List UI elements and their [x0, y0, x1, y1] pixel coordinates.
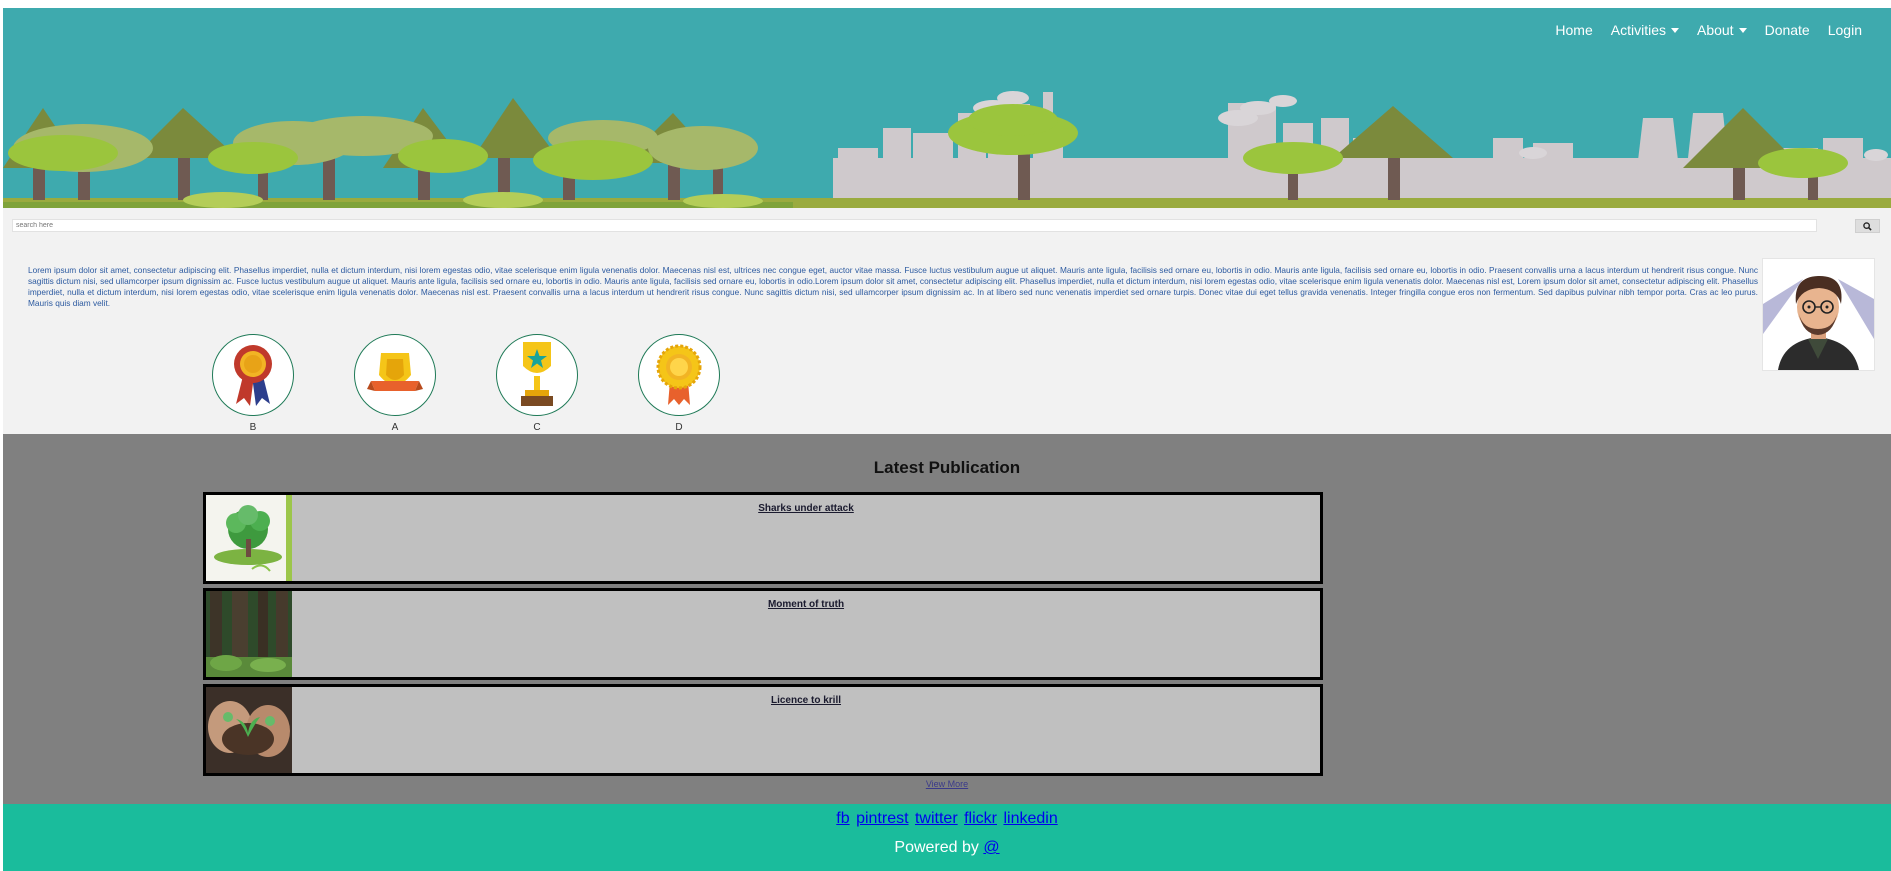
nav-login[interactable]: Login	[1819, 22, 1871, 38]
nav-activities[interactable]: Activities	[1602, 22, 1688, 38]
publication-card[interactable]: Moment of truth	[203, 588, 1323, 680]
nav-about[interactable]: About	[1688, 22, 1756, 38]
man-avatar-image	[1763, 275, 1874, 370]
powered-by-link[interactable]: @	[983, 839, 999, 856]
search-input[interactable]	[12, 219, 1817, 232]
publication-thumb	[206, 495, 292, 581]
nav-activities-label: Activities	[1610, 22, 1666, 38]
nav-home[interactable]: Home	[1546, 22, 1601, 38]
rosette-ribbon-icon	[234, 345, 272, 406]
badge-a[interactable]: A	[353, 334, 437, 433]
footer: fb pintrest twitter flickr linkedin Powe…	[3, 804, 1891, 871]
publication-card[interactable]: Licence to krill	[203, 684, 1323, 776]
powered-by: Powered by @	[3, 839, 1891, 857]
badge-circle	[496, 334, 578, 416]
badge-circle	[638, 334, 720, 416]
publication-title-link[interactable]: Licence to krill	[292, 695, 1320, 706]
page-frame: Home Activities About Donate Login Lorem…	[3, 8, 1891, 871]
footer-link-fb[interactable]: fb	[836, 810, 849, 827]
avatar	[1762, 258, 1875, 371]
badge-label: C	[533, 422, 541, 433]
badge-circle	[354, 334, 436, 416]
header-banner: Home Activities About Donate Login	[3, 8, 1891, 208]
nav-donate-label: Donate	[1764, 22, 1810, 38]
view-more-link[interactable]: View More	[3, 779, 1891, 789]
nav-donate[interactable]: Donate	[1756, 22, 1819, 38]
publication-title-link[interactable]: Sharks under attack	[292, 503, 1320, 514]
hands-seedling-image	[206, 687, 292, 773]
footer-link-pintrest[interactable]: pintrest	[856, 810, 908, 827]
footer-link-linkedin[interactable]: linkedin	[1003, 810, 1057, 827]
shield-banner-icon	[367, 353, 423, 391]
badge-d[interactable]: D	[637, 334, 721, 433]
publication-thumb	[206, 687, 292, 773]
intro-text: Lorem ipsum dolor sit amet, consectetur …	[28, 265, 1758, 308]
badge-circle	[212, 334, 294, 416]
nav-home-label: Home	[1555, 22, 1593, 38]
caret-down-icon	[1670, 27, 1679, 33]
main-nav: Home Activities About Donate Login	[1546, 22, 1871, 38]
forest-image	[206, 591, 292, 677]
intro-section: Lorem ipsum dolor sit amet, consectetur …	[3, 208, 1891, 434]
publications-title: Latest Publication	[873, 458, 1021, 477]
powered-by-label: Powered by	[894, 839, 979, 856]
search-icon	[1863, 221, 1872, 231]
badge-b[interactable]: B	[211, 334, 295, 433]
badge-label: D	[675, 422, 683, 433]
forest-city-illustration	[3, 91, 1891, 208]
publication-card[interactable]: Sharks under attack	[203, 492, 1323, 584]
star-trophy-icon	[521, 342, 553, 406]
publication-title-link[interactable]: Moment of truth	[292, 599, 1320, 610]
medal-icon	[656, 344, 702, 405]
social-links: fb pintrest twitter flickr linkedin	[3, 810, 1891, 828]
badge-label: B	[249, 422, 257, 433]
footer-link-twitter[interactable]: twitter	[915, 810, 958, 827]
nav-about-label: About	[1696, 22, 1734, 38]
badge-c[interactable]: C	[495, 334, 579, 433]
nav-login-label: Login	[1827, 22, 1862, 38]
publications-section: Latest Publication Sharks under attack M…	[3, 434, 1891, 804]
publication-thumb	[206, 591, 292, 677]
green-earth-tree-image	[206, 495, 292, 581]
footer-link-flickr[interactable]: flickr	[964, 810, 997, 827]
search-button[interactable]	[1855, 219, 1880, 233]
badge-label: A	[391, 422, 399, 433]
caret-down-icon	[1738, 27, 1747, 33]
